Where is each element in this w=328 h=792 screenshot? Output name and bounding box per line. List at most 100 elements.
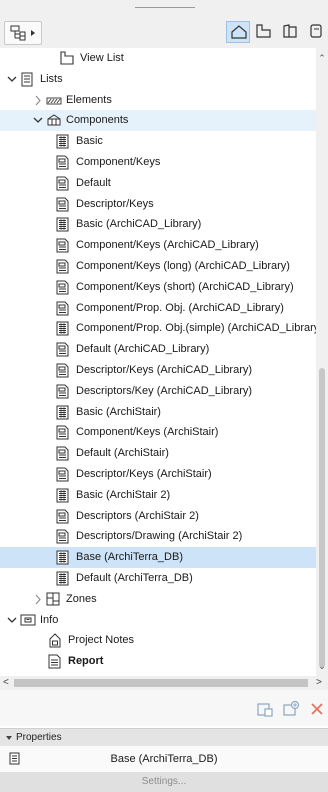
scroll-left-icon[interactable]: < xyxy=(3,676,9,690)
elements-folder-icon xyxy=(46,93,62,108)
tree-item-label: Elements xyxy=(66,93,112,106)
tree-item-label: Descriptors/Drawing (ArchiStair 2) xyxy=(76,530,243,543)
tree-item[interactable]: Default (ArchiTerra_DB) xyxy=(0,568,316,589)
delete-icon xyxy=(311,703,323,715)
view-map-button[interactable] xyxy=(252,21,276,43)
tree-item-label: Basic (ArchiStair 2) xyxy=(76,488,171,501)
list-doc-icon xyxy=(56,238,70,253)
horizontal-scrollbar[interactable]: < > xyxy=(0,676,328,690)
tree-folder[interactable]: Elements xyxy=(0,90,316,111)
scroll-right-icon[interactable]: > xyxy=(316,676,322,690)
tree-item[interactable]: Component/Keys (short) (ArchiCAD_Library… xyxy=(0,277,316,298)
tree-item-label: Info xyxy=(40,613,59,626)
new-layout-icon xyxy=(257,703,273,717)
tree-item[interactable]: Default xyxy=(0,173,316,194)
tree-item-label: Component/Keys (short) (ArchiCAD_Library… xyxy=(76,280,294,293)
tree-item-label: Default (ArchiTerra_DB) xyxy=(76,572,193,584)
tree-item-label: Descriptors/Key (ArchiCAD_Library) xyxy=(76,384,253,397)
navigator-toolbar xyxy=(0,16,328,49)
scroll-down-icon[interactable]: ⌄ xyxy=(318,662,326,671)
tree-item-label: Component/Keys (ArchiCAD_Library) xyxy=(76,239,259,252)
properties-header[interactable]: Properties xyxy=(0,728,328,747)
collapsed-arrow-icon[interactable] xyxy=(33,90,43,111)
layout-book-button[interactable] xyxy=(278,21,302,43)
tree-item[interactable]: Default (ArchiCAD_Library) xyxy=(0,339,316,360)
tree-item[interactable]: View List xyxy=(0,48,316,69)
tree-item-label: Lists xyxy=(40,72,63,85)
tree-item[interactable]: Component/Keys (ArchiStair) xyxy=(0,422,316,443)
tree-item[interactable]: Basic (ArchiStair) xyxy=(0,402,316,423)
settings-button[interactable]: Settings... xyxy=(0,772,328,792)
tree-item-label: Component/Keys (long) (ArchiCAD_Library) xyxy=(76,260,290,272)
tree-item[interactable]: Descriptor/Keys (ArchiStair) xyxy=(0,464,316,485)
tree-item[interactable]: Component/Keys (long) (ArchiCAD_Library) xyxy=(0,256,316,277)
list-doc-icon xyxy=(56,363,70,378)
vertical-scroll-thumb[interactable] xyxy=(319,368,325,668)
tree-item[interactable]: Descriptors/Drawing (ArchiStair 2) xyxy=(0,526,316,547)
tree-folder[interactable]: Zones xyxy=(0,589,316,610)
zones-folder-icon xyxy=(46,592,60,607)
expand-down-icon[interactable] xyxy=(7,69,17,90)
tree-item[interactable]: Descriptor/Keys xyxy=(0,194,316,215)
tree-item[interactable]: Component/Prop. Obj.(simple) (ArchiCAD_L… xyxy=(0,318,316,339)
tree-item[interactable]: Default (ArchiStair) xyxy=(0,443,316,464)
list-scheme-icon xyxy=(56,488,70,503)
panel-drag-handle[interactable] xyxy=(0,0,328,16)
navigator-menu-button[interactable] xyxy=(4,21,42,45)
list-doc-icon xyxy=(56,446,70,461)
tree-item-label: Basic xyxy=(76,135,103,148)
collapsed-arrow-icon[interactable] xyxy=(33,589,43,610)
layout-book-icon xyxy=(283,24,297,38)
list-doc-icon xyxy=(56,425,70,440)
view-list-icon xyxy=(60,51,74,66)
tree-folder[interactable]: Lists xyxy=(0,69,316,90)
tree-item[interactable]: Project Notes xyxy=(0,630,316,651)
tree-item[interactable]: Basic xyxy=(0,131,316,152)
tree-item-label: Descriptors (ArchiStair 2) xyxy=(76,509,199,522)
tree-item[interactable]: Component/Prop. Obj. (ArchiCAD_Library) xyxy=(0,298,316,319)
list-doc-icon xyxy=(56,301,70,316)
navigator-tree-icon xyxy=(10,25,26,41)
list-doc-icon xyxy=(56,467,70,482)
tree-folder[interactable]: Components xyxy=(0,110,316,132)
lists-icon xyxy=(20,72,34,87)
horizontal-scroll-thumb[interactable] xyxy=(14,679,308,687)
tree-item-label: Default (ArchiCAD_Library) xyxy=(76,343,210,356)
tree-actions-bar xyxy=(0,690,328,726)
tree-item-label: Default (ArchiStair) xyxy=(76,447,169,460)
list-doc-icon xyxy=(56,280,70,295)
expand-down-icon[interactable] xyxy=(33,110,43,131)
tree-item-label: Component/Keys (ArchiStair) xyxy=(76,426,219,439)
project-tree[interactable]: View List Lists Elements Components Basic Com… xyxy=(0,48,316,676)
scroll-up-icon[interactable]: ⌃ xyxy=(318,54,326,63)
tree-item[interactable]: Component/Keys (ArchiCAD_Library) xyxy=(0,235,316,256)
tree-item[interactable]: Report xyxy=(0,651,316,672)
tree-item-label: Zones xyxy=(66,592,97,605)
tree-item[interactable]: Descriptors/Key (ArchiCAD_Library) xyxy=(0,381,316,402)
project-map-button[interactable] xyxy=(226,21,250,43)
tree-item-label: Basic (ArchiStair) xyxy=(76,405,161,418)
tree-item[interactable]: Descriptors (ArchiStair 2) xyxy=(0,506,316,527)
publisher-sets-button[interactable] xyxy=(304,21,328,43)
tree-item-label: Descriptor/Keys xyxy=(76,197,154,210)
tree-item[interactable]: Descriptor/Keys (ArchiCAD_Library) xyxy=(0,360,316,381)
new-layout-button[interactable] xyxy=(256,700,274,718)
tree-item[interactable]: Basic (ArchiStair 2) xyxy=(0,485,316,506)
tree-item-label: Default xyxy=(76,176,111,189)
tree-item-label: Descriptor/Keys (ArchiCAD_Library) xyxy=(76,364,253,376)
list-doc-icon xyxy=(56,342,70,357)
project-notes-icon xyxy=(48,633,62,648)
tree-item-label: View List xyxy=(80,52,124,64)
delete-button[interactable] xyxy=(308,700,326,718)
expand-down-icon[interactable] xyxy=(7,610,17,631)
vertical-scrollbar[interactable]: ⌃ ⌄ xyxy=(316,48,328,676)
tree-item[interactable]: Base (ArchiTerra_DB) xyxy=(0,547,316,569)
new-subset-button[interactable] xyxy=(282,700,300,718)
tree-item[interactable]: Basic (ArchiCAD_Library) xyxy=(0,214,316,235)
tree-item[interactable]: Component/Keys xyxy=(0,152,316,173)
project-map-icon xyxy=(231,25,247,39)
list-doc-icon xyxy=(56,509,70,524)
list-doc-icon xyxy=(56,529,70,544)
publisher-sets-icon xyxy=(310,24,322,38)
tree-folder[interactable]: Info xyxy=(0,610,316,631)
